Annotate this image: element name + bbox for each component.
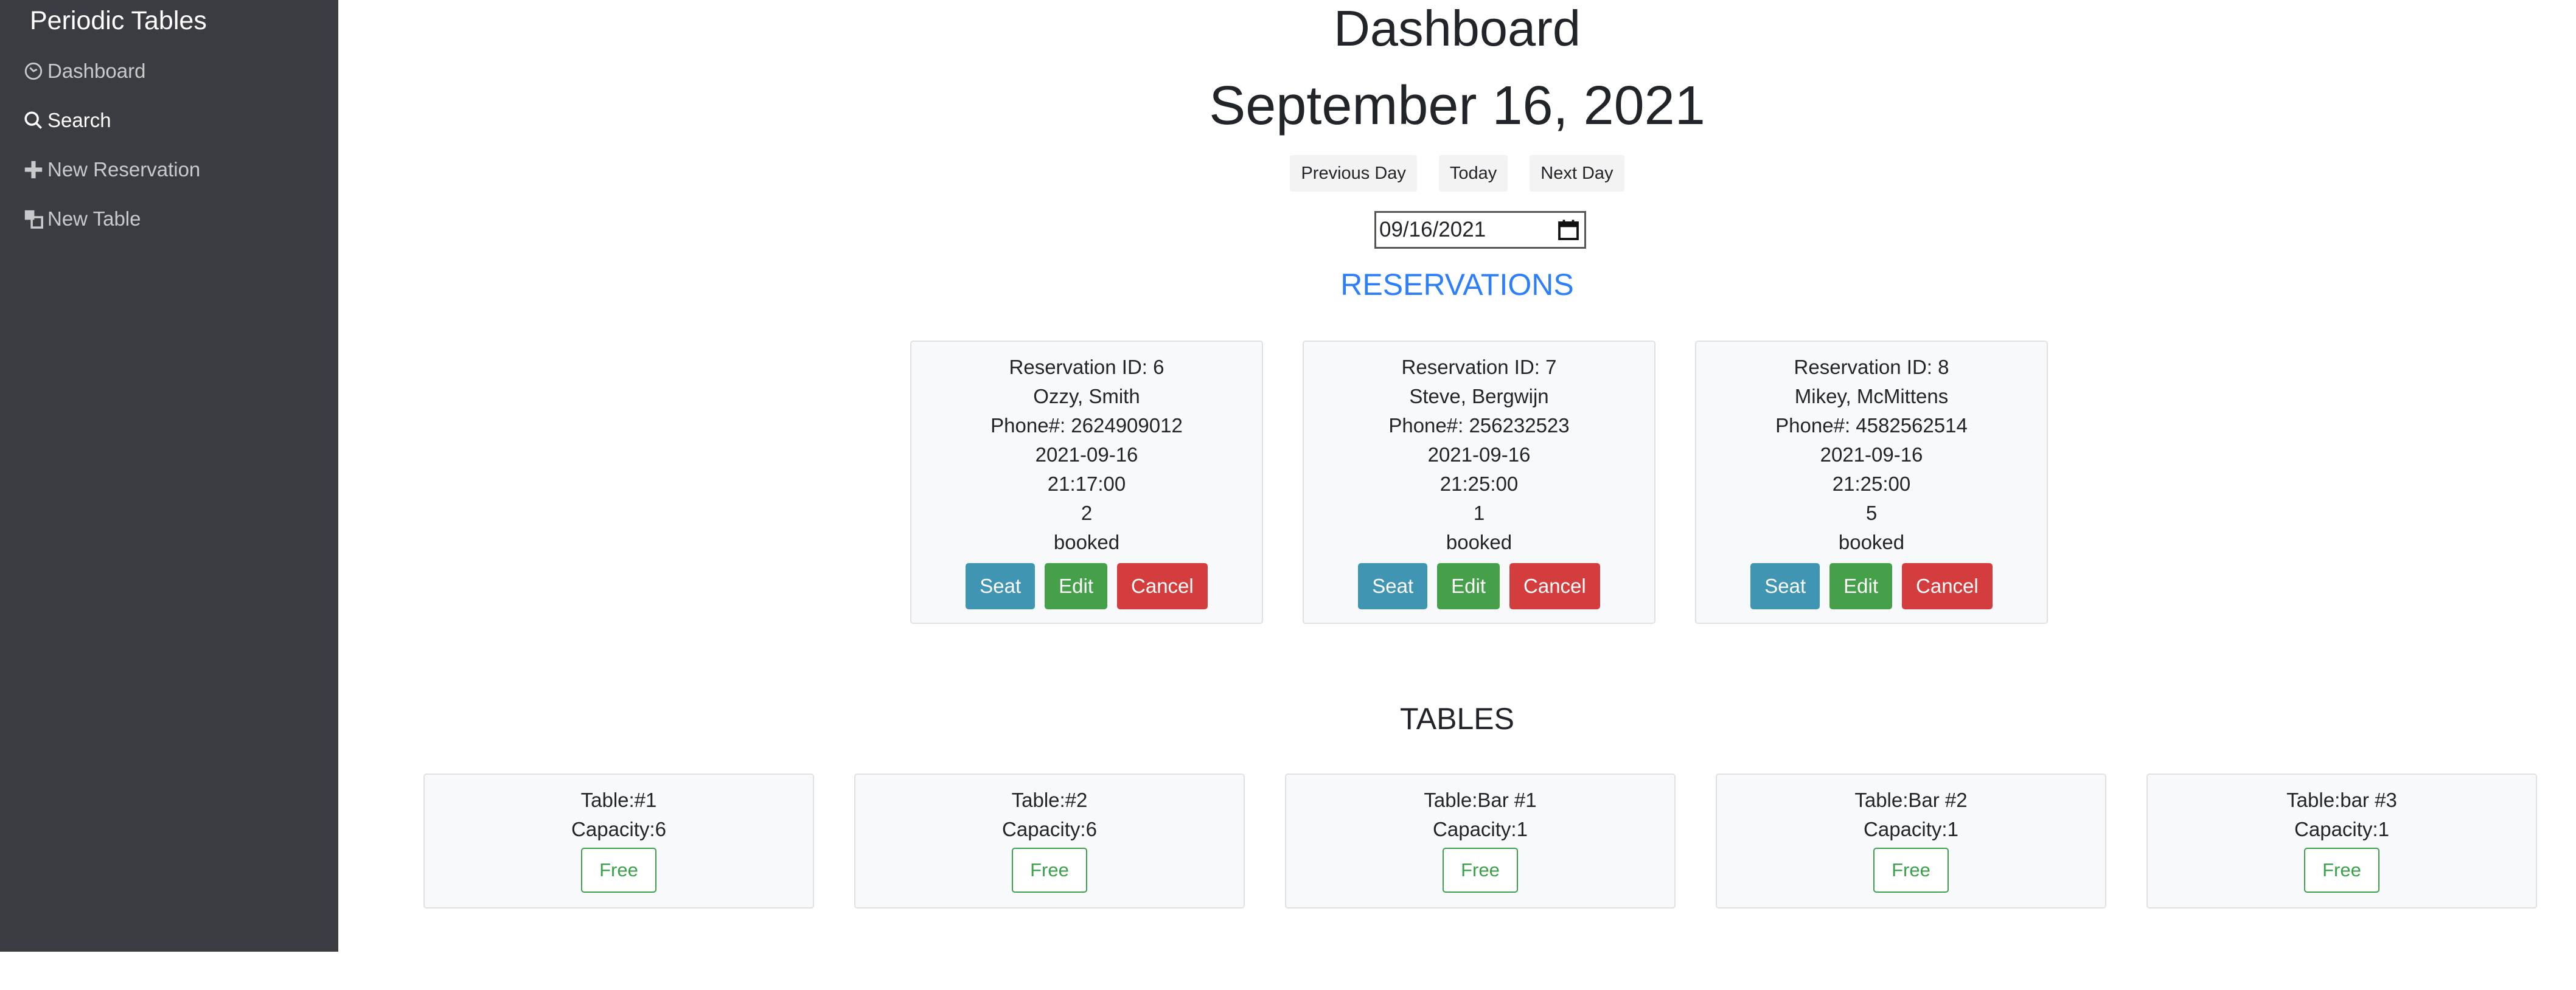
sidebar-item-new-table[interactable]: New Table bbox=[23, 207, 141, 230]
table-name: Table:Bar #2 bbox=[1854, 789, 1968, 811]
reservation-card: Reservation ID: 7 Steve, Bergwijn Phone#… bbox=[1303, 341, 1655, 624]
table-status-badge: Free bbox=[2304, 848, 2379, 893]
calendar-icon[interactable] bbox=[1558, 219, 1579, 241]
reservation-actions: Seat Edit Cancel bbox=[1696, 563, 2047, 609]
reservation-status: booked bbox=[1053, 531, 1120, 553]
table-icon bbox=[24, 210, 43, 229]
table-capacity: Capacity:1 bbox=[1433, 818, 1528, 840]
today-button[interactable]: Today bbox=[1438, 155, 1508, 192]
cancel-button[interactable]: Cancel bbox=[1509, 563, 1600, 609]
sidebar-item-label: New Table bbox=[47, 207, 141, 230]
search-icon bbox=[24, 111, 43, 130]
reservation-status: booked bbox=[1838, 531, 1905, 553]
table-name: Table:#2 bbox=[1011, 789, 1088, 811]
reservation-status: booked bbox=[1446, 531, 1513, 553]
reservation-phone: Phone#: 4582562514 bbox=[1775, 414, 1968, 437]
reservation-time: 21:25:00 bbox=[1832, 472, 1911, 495]
table-capacity: Capacity:1 bbox=[2294, 818, 2389, 840]
reservation-actions: Seat Edit Cancel bbox=[911, 563, 1262, 609]
table-status-badge: Free bbox=[1012, 848, 1087, 893]
reservation-name: Mikey, McMittens bbox=[1794, 385, 1949, 407]
reservation-people: 2 bbox=[1081, 502, 1093, 524]
table-capacity: Capacity:1 bbox=[1864, 818, 1958, 840]
table-card: Table:Bar #1 Capacity:1 Free bbox=[1285, 774, 1676, 909]
reservation-actions: Seat Edit Cancel bbox=[1304, 563, 1654, 609]
reservation-card: Reservation ID: 8 Mikey, McMittens Phone… bbox=[1695, 341, 2048, 624]
table-capacity: Capacity:6 bbox=[1002, 818, 1097, 840]
reservation-people: 1 bbox=[1473, 502, 1485, 524]
sidebar-item-label: New Reservation bbox=[47, 158, 201, 181]
plus-icon bbox=[24, 161, 43, 179]
table-capacity: Capacity:6 bbox=[571, 818, 666, 840]
sidebar-item-label: Dashboard bbox=[47, 60, 146, 82]
cancel-button[interactable]: Cancel bbox=[1117, 563, 1208, 609]
sidebar-item-dashboard[interactable]: Dashboard bbox=[23, 60, 145, 83]
sidebar: Periodic Tables Dashboard Search New Res… bbox=[0, 0, 338, 952]
previous-day-button[interactable]: Previous Day bbox=[1290, 155, 1417, 192]
reservation-date: 2021-09-16 bbox=[1820, 443, 1923, 466]
cancel-button[interactable]: Cancel bbox=[1902, 563, 1993, 609]
date-input[interactable]: 09/16/2021 bbox=[1374, 211, 1586, 249]
seat-button[interactable]: Seat bbox=[966, 563, 1036, 609]
seat-button[interactable]: Seat bbox=[1750, 563, 1820, 609]
edit-button[interactable]: Edit bbox=[1045, 563, 1108, 609]
main-content: Dashboard September 16, 2021 Previous Da… bbox=[338, 0, 2576, 990]
table-card: Table:Bar #2 Capacity:1 Free bbox=[1716, 774, 2106, 909]
table-card: Table:#1 Capacity:6 Free bbox=[423, 774, 814, 909]
table-card: Table:bar #3 Capacity:1 Free bbox=[2146, 774, 2537, 909]
dashboard-icon bbox=[24, 62, 43, 80]
reservation-phone: Phone#: 256232523 bbox=[1388, 414, 1570, 437]
page-title: Dashboard bbox=[1333, 0, 1581, 57]
table-status-badge: Free bbox=[1873, 848, 1949, 893]
sidebar-item-label: Search bbox=[47, 109, 111, 131]
reservation-id: Reservation ID: 7 bbox=[1401, 356, 1557, 378]
reservation-time: 21:17:00 bbox=[1047, 472, 1126, 495]
reservations-heading: RESERVATIONS bbox=[1340, 268, 1574, 302]
reservation-date: 2021-09-16 bbox=[1427, 443, 1531, 466]
reservation-phone: Phone#: 2624909012 bbox=[990, 414, 1183, 437]
table-card: Table:#2 Capacity:6 Free bbox=[854, 774, 1245, 909]
reservation-id: Reservation ID: 6 bbox=[1009, 356, 1164, 378]
edit-button[interactable]: Edit bbox=[1829, 563, 1893, 609]
seat-button[interactable]: Seat bbox=[1358, 563, 1428, 609]
edit-button[interactable]: Edit bbox=[1437, 563, 1500, 609]
next-day-button[interactable]: Next Day bbox=[1530, 155, 1624, 192]
reservation-card: Reservation ID: 6 Ozzy, Smith Phone#: 26… bbox=[910, 341, 1263, 624]
reservation-name: Ozzy, Smith bbox=[1033, 385, 1140, 407]
tables-heading: TABLES bbox=[1399, 702, 1515, 736]
reservation-time: 21:25:00 bbox=[1439, 472, 1519, 495]
reservation-people: 5 bbox=[1865, 502, 1878, 524]
table-name: Table:bar #3 bbox=[2286, 789, 2397, 811]
brand-title[interactable]: Periodic Tables bbox=[30, 6, 207, 36]
table-name: Table:#1 bbox=[580, 789, 657, 811]
table-status-badge: Free bbox=[581, 848, 656, 893]
sidebar-item-search[interactable]: Search bbox=[23, 109, 111, 132]
reservation-name: Steve, Bergwijn bbox=[1409, 385, 1549, 407]
table-status-badge: Free bbox=[1443, 848, 1518, 893]
table-name: Table:Bar #1 bbox=[1424, 789, 1537, 811]
reservation-id: Reservation ID: 8 bbox=[1794, 356, 1949, 378]
day-navigation: Previous Day Today Next Day bbox=[338, 155, 2576, 192]
sidebar-item-new-reservation[interactable]: New Reservation bbox=[23, 158, 200, 181]
reservation-date: 2021-09-16 bbox=[1035, 443, 1138, 466]
date-heading: September 16, 2021 bbox=[1209, 75, 1705, 136]
date-input-value: 09/16/2021 bbox=[1379, 218, 1486, 241]
